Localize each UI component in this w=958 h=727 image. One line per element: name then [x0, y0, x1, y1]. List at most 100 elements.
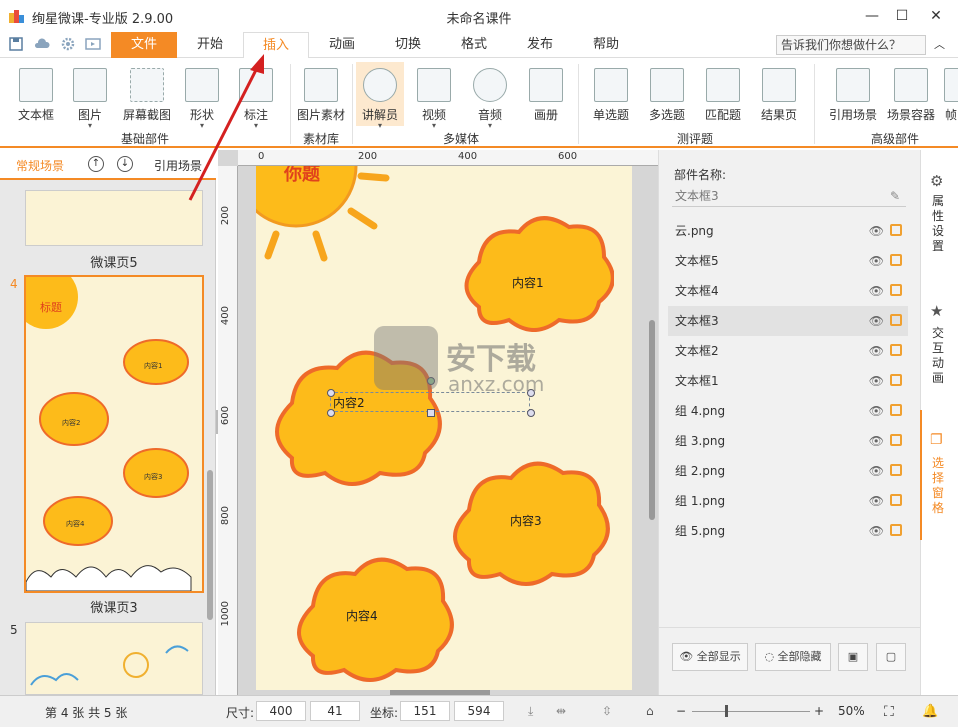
- lock-icon[interactable]: [890, 284, 902, 296]
- insert-video-button[interactable]: 视频 ▾: [414, 62, 454, 130]
- reference-scene-button[interactable]: 引用场景: [826, 62, 880, 123]
- thumbnail-page-3-selected[interactable]: 标题 内容1 内容2 内容3 内容4: [24, 275, 204, 593]
- scene-container-button[interactable]: 场景容器: [884, 62, 938, 123]
- presentation-icon[interactable]: ⌂: [646, 704, 654, 718]
- layer-item[interactable]: 组 3.png 👁: [668, 426, 908, 456]
- resize-handle[interactable]: [527, 409, 535, 417]
- cloud-text-2[interactable]: 内容2: [333, 394, 365, 411]
- insert-audio-button[interactable]: 音频 ▾: [470, 62, 510, 130]
- cloud-image-1[interactable]: [454, 212, 614, 332]
- y-input[interactable]: 594: [454, 701, 504, 721]
- result-page-button[interactable]: 结果页: [756, 62, 802, 123]
- screenshot-button[interactable]: 屏幕截图: [120, 62, 174, 123]
- cloud-text-3[interactable]: 内容3: [510, 512, 542, 529]
- tab-format[interactable]: 格式: [441, 32, 507, 58]
- eye-icon[interactable]: 👁: [869, 486, 884, 516]
- notification-bell-icon[interactable]: 🔔: [922, 704, 938, 719]
- maximize-button[interactable]: ☐: [886, 0, 918, 32]
- lock-icon[interactable]: [890, 314, 902, 326]
- zoom-slider-track[interactable]: [692, 711, 810, 712]
- frame-button[interactable]: 帧: [944, 62, 958, 123]
- close-button[interactable]: ✕: [920, 0, 952, 32]
- eye-icon[interactable]: 👁: [869, 246, 884, 276]
- bring-forward-icon[interactable]: ▣: [838, 643, 868, 671]
- eye-icon[interactable]: 👁: [869, 306, 884, 336]
- eye-icon[interactable]: 👁: [869, 276, 884, 306]
- eye-icon[interactable]: 👁: [869, 396, 884, 426]
- eye-icon[interactable]: 👁: [869, 456, 884, 486]
- tab-help[interactable]: 帮助: [573, 32, 639, 58]
- resize-handle[interactable]: [427, 409, 435, 417]
- lock-icon[interactable]: [890, 254, 902, 266]
- align-center-icon[interactable]: ⇹: [556, 704, 566, 718]
- zoom-in-button[interactable]: +: [814, 704, 824, 718]
- layer-item[interactable]: 文本框2 👁: [668, 336, 908, 366]
- eye-icon[interactable]: 👁: [869, 216, 884, 246]
- send-backward-icon[interactable]: ▢: [876, 643, 906, 671]
- minimize-button[interactable]: —: [856, 0, 888, 32]
- x-input[interactable]: 151: [400, 701, 450, 721]
- edit-pencil-icon[interactable]: ✎: [890, 189, 900, 203]
- tab-transition[interactable]: 切换: [375, 32, 441, 58]
- save-icon[interactable]: [8, 36, 24, 52]
- cloud-upload-icon[interactable]: [34, 36, 50, 52]
- layer-item-selected[interactable]: 文本框3 👁: [668, 306, 908, 336]
- tab-normal-scenes[interactable]: 常规场景: [16, 157, 64, 174]
- part-name-input[interactable]: 文本框3: [672, 185, 906, 207]
- help-search-input[interactable]: 告诉我们你想做什么？: [776, 35, 926, 55]
- layer-item[interactable]: 文本框4 👁: [668, 276, 908, 306]
- tab-publish[interactable]: 发布: [507, 32, 573, 58]
- zoom-slider-thumb[interactable]: [725, 705, 728, 717]
- resize-handle[interactable]: [327, 409, 335, 417]
- lock-icon[interactable]: [890, 524, 902, 536]
- distribute-icon[interactable]: ⇳: [602, 704, 612, 718]
- lock-icon[interactable]: [890, 374, 902, 386]
- eye-icon[interactable]: 👁: [869, 516, 884, 546]
- tab-property-settings[interactable]: 属性设置: [928, 194, 948, 254]
- align-bottom-icon[interactable]: ⤓: [528, 704, 533, 719]
- eye-icon[interactable]: 👁: [869, 336, 884, 366]
- lock-icon[interactable]: [890, 494, 902, 506]
- matching-question-button[interactable]: 匹配题: [700, 62, 746, 123]
- slide-title-partial[interactable]: 你题: [284, 166, 320, 186]
- cloud-text-1[interactable]: 内容1: [512, 274, 544, 291]
- tab-animation[interactable]: 动画: [309, 32, 375, 58]
- lock-icon[interactable]: [890, 224, 902, 236]
- layer-item[interactable]: 组 1.png 👁: [668, 486, 908, 516]
- cloud-text-4[interactable]: 内容4: [346, 607, 378, 624]
- insert-textbox-button[interactable]: 文本框: [14, 62, 58, 123]
- layer-item[interactable]: 文本框1 👁: [668, 366, 908, 396]
- collapse-ribbon-icon[interactable]: ︿: [934, 36, 945, 52]
- preview-icon[interactable]: [85, 36, 101, 52]
- resize-handle[interactable]: [327, 389, 335, 397]
- slide-stage[interactable]: 你题 内容1 内容3 内容4 内容2 安下载 anxz.com: [256, 166, 632, 690]
- narrator-button[interactable]: 讲解员 ▾: [356, 62, 404, 130]
- lock-icon[interactable]: [890, 404, 902, 416]
- layer-item[interactable]: 组 5.png 👁: [668, 516, 908, 546]
- move-up-icon[interactable]: ↑: [88, 156, 104, 172]
- layer-item[interactable]: 文本框5 👁: [668, 246, 908, 276]
- insert-image-button[interactable]: 图片 ▾: [66, 62, 114, 130]
- show-all-button[interactable]: 👁 全部显示: [672, 643, 748, 671]
- eye-icon[interactable]: 👁: [869, 366, 884, 396]
- lock-icon[interactable]: [890, 464, 902, 476]
- height-input[interactable]: 41: [310, 701, 360, 721]
- tab-selection-pane[interactable]: 选择窗格: [928, 456, 948, 516]
- tab-file[interactable]: 文件: [111, 32, 177, 58]
- image-library-button[interactable]: 图片素材: [294, 62, 348, 123]
- hide-all-button[interactable]: ◌ 全部隐藏: [755, 643, 831, 671]
- single-choice-button[interactable]: 单选题: [588, 62, 634, 123]
- width-input[interactable]: 400: [256, 701, 306, 721]
- lock-icon[interactable]: [890, 344, 902, 356]
- layer-item[interactable]: 组 4.png 👁: [668, 396, 908, 426]
- thumbnail-page-5[interactable]: [25, 190, 203, 246]
- fit-screen-icon[interactable]: ⛶: [884, 704, 894, 720]
- canvas-vertical-scrollbar[interactable]: [649, 320, 655, 520]
- layer-item[interactable]: 云.png 👁: [668, 216, 908, 246]
- move-down-icon[interactable]: ↓: [117, 156, 133, 172]
- lock-icon[interactable]: [890, 434, 902, 446]
- settings-icon[interactable]: [60, 36, 76, 52]
- zoom-out-button[interactable]: −: [676, 704, 686, 718]
- eye-icon[interactable]: 👁: [869, 426, 884, 456]
- thumbnail-scrollbar[interactable]: [207, 470, 213, 620]
